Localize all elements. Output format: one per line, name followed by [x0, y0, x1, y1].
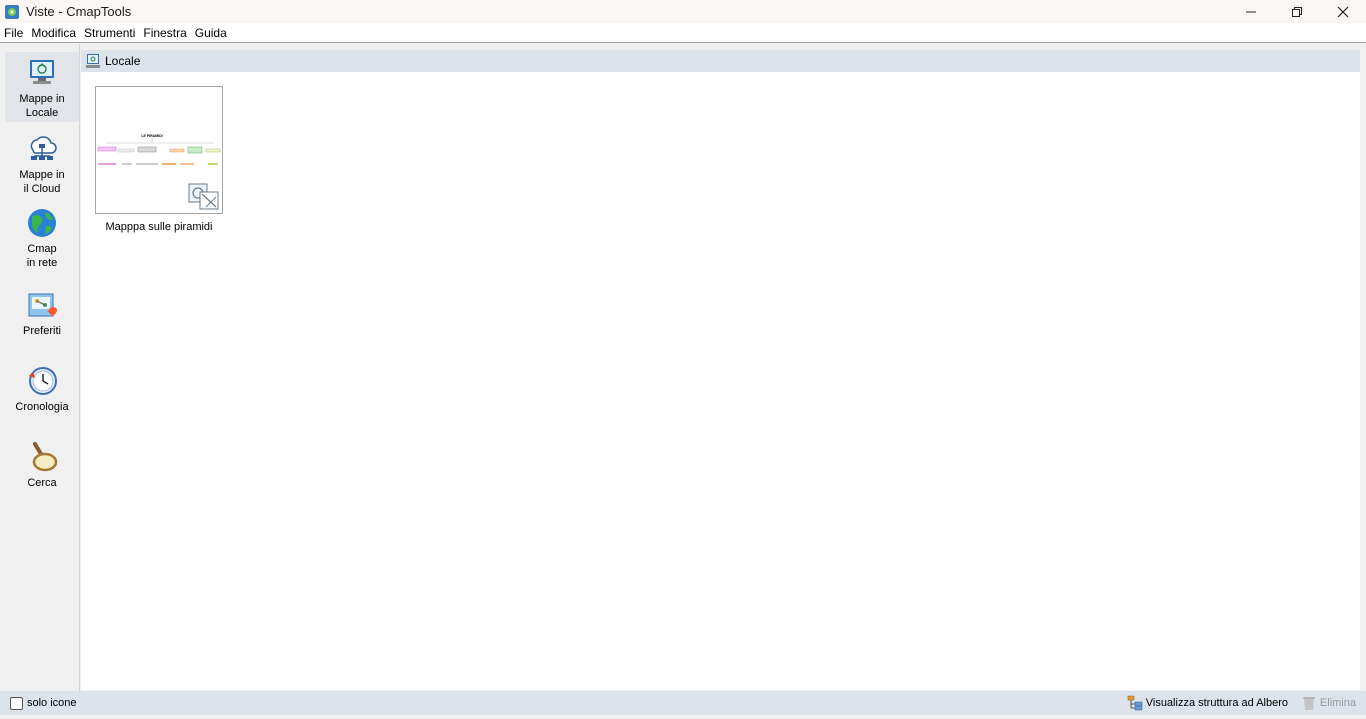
menu-bar: File Modifica Strumenti Finestra Guida — [0, 23, 1366, 43]
magnifier-icon — [32, 442, 58, 472]
menu-file[interactable]: File — [4, 26, 23, 40]
sidebar-item-label: Cmap in rete — [26, 243, 58, 269]
close-button[interactable] — [1320, 0, 1366, 23]
location-bar: Locale — [81, 50, 1360, 72]
file-item[interactable]: LE PIRAMIDI Mapppa sulle piramidi — [81, 50, 241, 240]
file-browser-content: Locale LE PIRAMIDI Mapppa sulle piramidi — [81, 50, 1360, 690]
sidebar-item-preferiti[interactable]: Preferiti — [5, 284, 79, 340]
status-bar: solo icone Visualizza struttura ad Alber… — [0, 691, 1366, 715]
tree-structure-icon — [1127, 695, 1142, 711]
menu-guida[interactable]: Guida — [195, 26, 227, 40]
only-icons-label: solo icone — [27, 697, 77, 709]
thumbnail-title: LE PIRAMIDI — [141, 134, 162, 138]
restore-icon — [1292, 6, 1302, 17]
delete-button[interactable]: Elimina — [1302, 695, 1356, 711]
tree-view-button[interactable]: Visualizza struttura ad Albero — [1127, 695, 1288, 711]
sidebar-item-mappe-cloud[interactable]: Mappe in il Cloud — [5, 128, 79, 196]
sidebar-item-label: Preferiti — [23, 325, 61, 337]
sidebar-item-mappe-locale[interactable]: Mappe in Locale — [5, 52, 79, 122]
restore-button[interactable] — [1274, 0, 1320, 23]
trash-icon — [1302, 697, 1315, 710]
sidebar-item-label: Cerca — [27, 477, 57, 489]
file-name: Mapppa sulle piramidi — [105, 221, 213, 233]
window-bottom-edge — [0, 715, 1366, 719]
vertical-scrollbar[interactable] — [1360, 44, 1366, 691]
minimize-button[interactable] — [1228, 0, 1274, 23]
cmap-file-icon — [188, 183, 219, 210]
minimize-icon — [1246, 11, 1256, 12]
cloud-network-icon — [30, 136, 57, 160]
computer-map-icon — [30, 60, 54, 84]
sidebar-item-cmap-rete[interactable]: Cmap in rete — [5, 202, 79, 270]
sidebar-item-cerca[interactable]: Cerca — [5, 436, 79, 492]
menu-finestra[interactable]: Finestra — [143, 26, 186, 40]
sidebar-item-label: Mappe in il Cloud — [19, 169, 65, 195]
sidebar-item-cronologia[interactable]: Cronologia — [5, 360, 79, 416]
history-clock-icon — [29, 367, 57, 395]
window-title: Viste - CmapTools — [26, 4, 132, 19]
sidebar-item-label: Mappe in Locale — [19, 93, 65, 119]
globe-icon — [28, 209, 56, 237]
menu-strumenti[interactable]: Strumenti — [84, 26, 135, 40]
delete-label: Elimina — [1319, 697, 1356, 709]
cmaptools-app-icon — [4, 4, 20, 20]
file-thumbnail[interactable]: LE PIRAMIDI — [95, 86, 223, 214]
only-icons-checkbox[interactable] — [10, 696, 23, 710]
sidebar-item-label: Cronologia — [15, 401, 69, 413]
menu-modifica[interactable]: Modifica — [31, 26, 76, 40]
favorites-folder-icon — [28, 293, 57, 317]
title-bar: Viste - CmapTools — [0, 0, 1366, 23]
views-sidebar: Mappe in Locale Mappe in il Cloud Cmap i… — [0, 44, 80, 691]
tree-view-label: Visualizza struttura ad Albero — [1145, 697, 1288, 709]
close-icon — [1337, 6, 1349, 17]
